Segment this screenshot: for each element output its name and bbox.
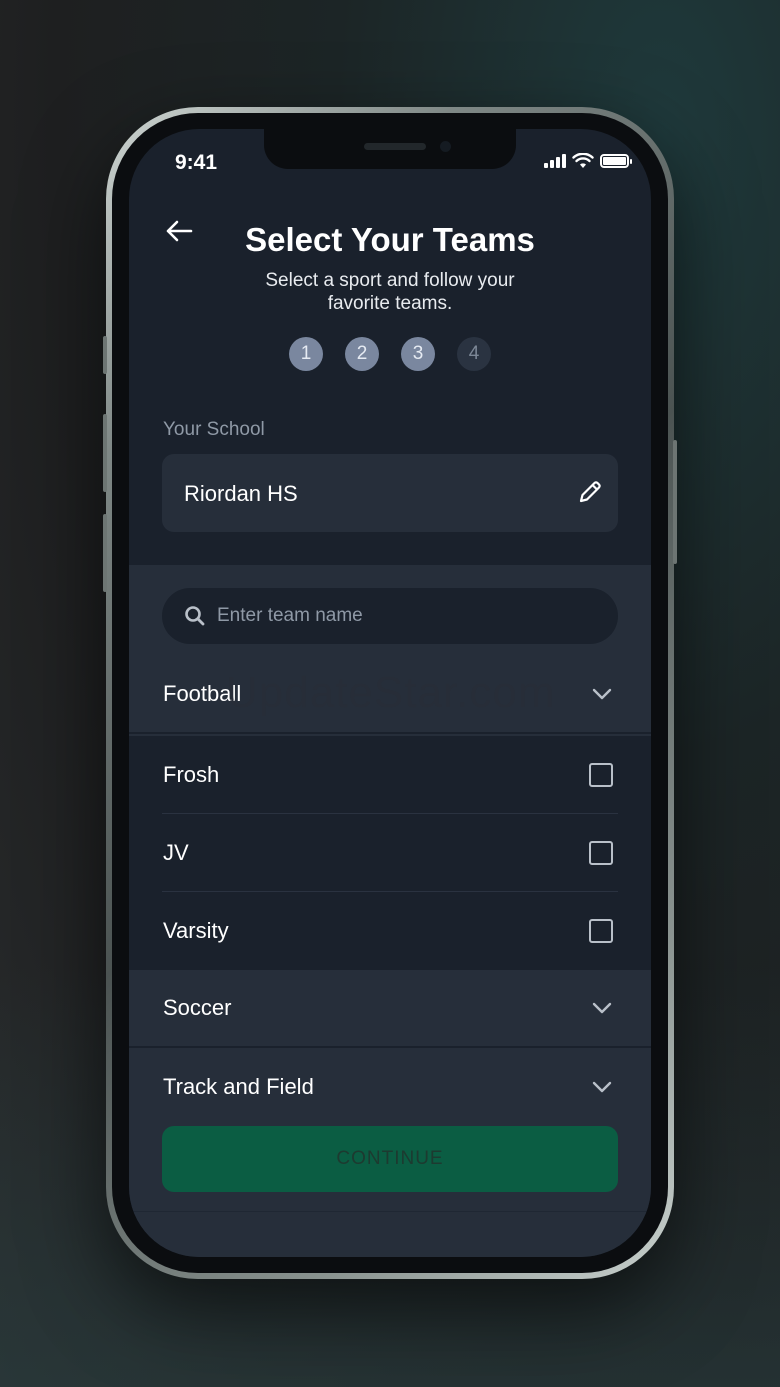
frosh-checkbox[interactable]	[589, 763, 613, 787]
step-4: 4	[457, 337, 491, 371]
chevron-down-icon	[592, 1081, 612, 1093]
sport-row-football[interactable]: Football	[129, 656, 651, 734]
level-row-jv[interactable]: JV	[129, 814, 651, 892]
search-bar[interactable]	[162, 588, 618, 644]
battery-icon	[600, 154, 632, 168]
step-indicator: 1 2 3 4	[289, 337, 491, 371]
page-subtitle: Select a sport and follow your favorite …	[265, 270, 515, 314]
status-icons	[544, 153, 632, 169]
notch	[264, 129, 516, 169]
chevron-down-icon	[592, 1002, 612, 1014]
jv-checkbox[interactable]	[589, 841, 613, 865]
front-camera	[440, 141, 451, 152]
sport-label: Soccer	[163, 995, 232, 1020]
level-label: Frosh	[163, 762, 220, 787]
step-2: 2	[345, 337, 379, 371]
volume-up-button	[103, 414, 107, 492]
school-label: Your School	[163, 419, 265, 440]
chevron-down-icon	[592, 688, 612, 700]
sport-row-soccer[interactable]: Soccer	[129, 970, 651, 1048]
wifi-icon	[572, 153, 594, 168]
search-input[interactable]	[217, 588, 597, 644]
sport-row-track-and-field[interactable]: Track and Field	[129, 1048, 651, 1126]
power-button	[673, 440, 677, 564]
speaker	[364, 143, 426, 150]
mute-switch	[103, 336, 107, 374]
status-time: 9:41	[175, 151, 218, 174]
phone-screen: 9:41 Select Your Teams Select a sport an…	[129, 129, 651, 1257]
step-1: 1	[289, 337, 323, 371]
sport-label: Track and Field	[163, 1074, 314, 1099]
bottom-divider	[129, 1211, 651, 1212]
school-name: Riordan HS	[184, 481, 298, 506]
signal-icon	[544, 154, 566, 168]
level-label: JV	[163, 840, 189, 865]
level-row-varsity[interactable]: Varsity	[129, 892, 651, 970]
step-3: 3	[401, 337, 435, 371]
varsity-checkbox[interactable]	[589, 919, 613, 943]
school-field[interactable]: Riordan HS	[162, 454, 618, 532]
level-row-frosh[interactable]: Frosh	[129, 736, 651, 814]
sport-label: Football	[163, 681, 242, 706]
level-label: Varsity	[163, 918, 229, 943]
volume-down-button	[103, 514, 107, 592]
pencil-icon[interactable]	[576, 478, 604, 506]
page-title: Select Your Teams	[245, 221, 535, 258]
continue-button[interactable]: CONTINUE	[162, 1126, 618, 1192]
search-icon	[185, 606, 205, 626]
